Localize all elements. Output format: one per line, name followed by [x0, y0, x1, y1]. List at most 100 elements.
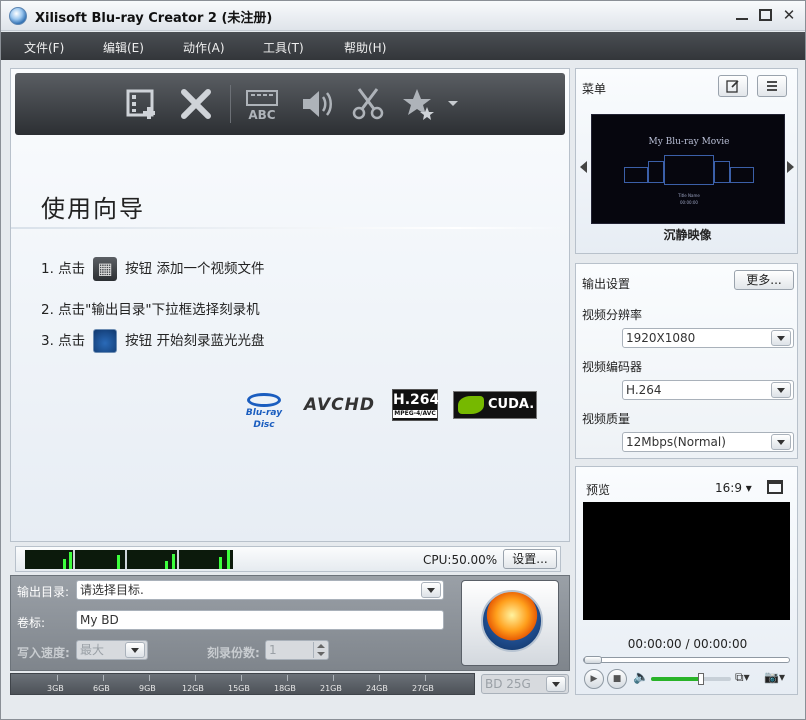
- menu-preview-title: My Blu-ray Movie: [648, 137, 730, 147]
- cuda-logo-text: CUDA.: [488, 397, 535, 412]
- quality-label: 视频质量: [582, 412, 631, 426]
- chevron-down-icon: [771, 434, 791, 450]
- subtitle-icon-text: ABC: [248, 108, 275, 122]
- menu-preview-frame: [730, 167, 754, 183]
- burn-button[interactable]: [461, 580, 559, 666]
- preview-panel: 预览 16:9 ▾ 00:00:00 / 00:00:00 ▶ ■ 🔈 ⧉▾ 📷…: [575, 466, 798, 695]
- capacity-tick: 18GB: [274, 684, 296, 693]
- volume-label: 卷标:: [17, 616, 46, 630]
- target-label: 输出目录:: [17, 585, 70, 599]
- menu-tools[interactable]: 工具(T): [263, 39, 304, 56]
- cpu-usage-text: CPU:50.00%: [423, 553, 498, 567]
- preview-screen[interactable]: [583, 502, 790, 620]
- resolution-value: 1920X1080: [626, 331, 696, 345]
- capacity-mark: [287, 675, 288, 681]
- speed-label: 写入速度:: [17, 646, 70, 660]
- chevron-down-icon: [125, 642, 145, 658]
- window-title: Xilisoft Blu-ray Creator 2 (未注册): [35, 11, 273, 26]
- popout-preview-icon[interactable]: [767, 480, 783, 494]
- menu-file[interactable]: 文件(F): [24, 39, 64, 56]
- play-button[interactable]: ▶: [584, 669, 604, 689]
- seek-bar[interactable]: [583, 656, 790, 664]
- burn-disc-icon: [93, 329, 118, 353]
- effects-dropdown-icon[interactable]: [448, 101, 458, 106]
- list-icon: [767, 81, 777, 91]
- volume-icon[interactable]: 🔈: [633, 670, 649, 685]
- cpu-settings-button[interactable]: 设置...: [503, 549, 557, 569]
- add-video-icon: ▦: [93, 257, 118, 281]
- snapshot-icon[interactable]: 📷▾: [764, 670, 785, 684]
- chevron-down-icon: [546, 676, 566, 692]
- audio-track-icon[interactable]: ⧉▾: [735, 670, 750, 685]
- capacity-mark: [241, 675, 242, 681]
- preview-title: 预览: [586, 483, 611, 497]
- menu-action[interactable]: 动作(A): [183, 39, 225, 56]
- volume-input[interactable]: My BD: [76, 610, 444, 630]
- close-button[interactable]: ✕: [780, 6, 798, 24]
- encoder-select[interactable]: H.264: [622, 380, 794, 400]
- nvidia-eye-icon: [458, 396, 484, 414]
- guide-step-2: 2. 点击"输出目录"下拉框选择刻录机: [41, 302, 260, 318]
- bluray-logo-text: Blu-ray Disc: [245, 408, 283, 430]
- h264-logo-text: H.264: [393, 392, 440, 408]
- cpu-core-graph: [77, 550, 127, 569]
- cpu-spike: [227, 550, 230, 569]
- cpu-core-graph: [25, 550, 75, 569]
- maximize-button[interactable]: [756, 6, 774, 24]
- effects-icon[interactable]: [399, 85, 437, 123]
- stop-button[interactable]: ■: [607, 669, 627, 689]
- audio-icon[interactable]: [297, 85, 335, 123]
- capacity-tick: 3GB: [47, 684, 64, 693]
- cpu-spike: [165, 561, 168, 569]
- cuda-logo: CUDA.: [453, 391, 537, 419]
- volume-handle[interactable]: [697, 673, 704, 685]
- playback-time: 00:00:00 / 00:00:00: [627, 637, 748, 651]
- clip-icon[interactable]: [349, 85, 387, 123]
- bluray-disc-icon: [247, 393, 281, 407]
- aspect-ratio-select[interactable]: 16:9 ▾: [715, 481, 752, 495]
- subtitle-icon[interactable]: ABC: [243, 85, 281, 123]
- cpu-graph: [25, 550, 233, 569]
- capacity-mark: [333, 675, 334, 681]
- toolbar-separator: [230, 85, 231, 123]
- capacity-tick: 21GB: [320, 684, 342, 693]
- more-settings-button[interactable]: 更多...: [734, 270, 794, 290]
- encoder-value: H.264: [626, 383, 662, 397]
- target-select-value: 请选择目标.: [80, 583, 144, 597]
- disc-type-select[interactable]: BD 25G: [481, 674, 569, 694]
- copies-stepper-value: 1: [269, 643, 277, 657]
- cpu-spike: [69, 552, 72, 569]
- menu-help[interactable]: 帮助(H): [344, 39, 386, 56]
- edit-menu-button[interactable]: [718, 75, 748, 97]
- copies-stepper[interactable]: 1: [265, 640, 329, 660]
- menu-edit[interactable]: 编辑(E): [103, 39, 144, 56]
- next-template-icon[interactable]: [787, 161, 794, 173]
- target-select[interactable]: 请选择目标.: [76, 580, 444, 600]
- quality-select[interactable]: 12Mbps(Normal): [622, 432, 794, 452]
- chevron-down-icon: ▾: [745, 481, 752, 495]
- add-video-icon[interactable]: [123, 85, 161, 123]
- guide-step-3: 3. 点击 按钮 开始刻录蓝光光盘: [41, 329, 264, 353]
- menu-template-preview[interactable]: My Blu-ray Movie Title Name 00:00:00: [591, 114, 785, 224]
- cpu-core-graph: [129, 550, 179, 569]
- previous-template-icon[interactable]: [580, 161, 587, 173]
- copies-label: 刻录份数:: [207, 646, 260, 660]
- speed-select[interactable]: 最大: [76, 640, 148, 660]
- disc-capacity-bar: 3GB 6GB 9GB 12GB 15GB 18GB 21GB 24GB 27G…: [10, 673, 475, 695]
- guide-title: 使用向导: [41, 195, 145, 223]
- output-settings-title: 输出设置: [582, 277, 631, 291]
- menu-preview-frame: [714, 161, 730, 183]
- chevron-down-icon: [771, 382, 791, 398]
- resolution-select[interactable]: 1920X1080: [622, 328, 794, 348]
- capacity-mark: [57, 675, 58, 681]
- minimize-button[interactable]: [733, 6, 751, 24]
- volume-slider[interactable]: [651, 673, 731, 685]
- menu-bar: 文件(F) 编辑(E) 动作(A) 工具(T) 帮助(H): [1, 32, 805, 60]
- menu-list-button[interactable]: [757, 75, 787, 97]
- capacity-mark: [379, 675, 380, 681]
- delete-icon[interactable]: [177, 85, 215, 123]
- capacity-mark: [195, 675, 196, 681]
- disc-type-value: BD 25G: [485, 677, 531, 691]
- speed-select-value: 最大: [80, 643, 105, 657]
- seek-handle[interactable]: [584, 656, 602, 664]
